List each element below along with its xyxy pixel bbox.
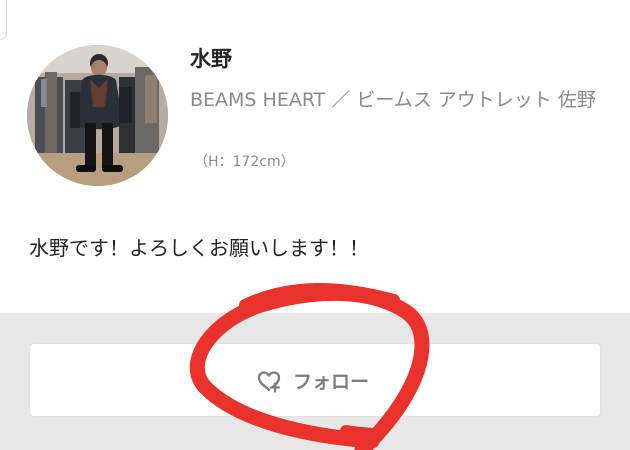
staff-name: 水野 — [190, 47, 232, 71]
staff-height: （H：172cm） — [194, 154, 295, 170]
follow-button-label: フォロー — [293, 371, 370, 393]
staff-shop-name[interactable]: BEAMS HEART ／ ビームス アウトレット 佐野 — [190, 86, 610, 114]
follow-button[interactable]: フォロー — [29, 343, 601, 417]
follow-button-content: フォロー — [255, 368, 369, 396]
card-corner-divider — [0, 0, 7, 40]
staff-profile-card: 水野 BEAMS HEART ／ ビームス アウトレット 佐野 （H：172cm… — [0, 0, 630, 313]
staff-bio: 水野です！よろしくお願いします！！ — [29, 236, 369, 260]
heart-plus-icon — [257, 371, 281, 393]
staff-avatar[interactable] — [27, 45, 168, 186]
